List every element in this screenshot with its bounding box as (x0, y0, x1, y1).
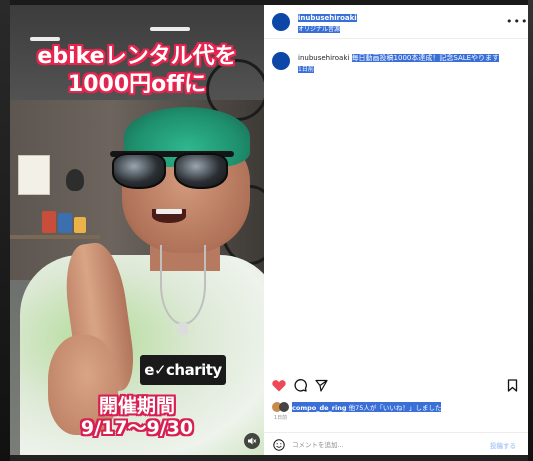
comment-bubble-icon[interactable] (294, 379, 307, 392)
more-options-button[interactable]: ••• (506, 15, 528, 28)
poster (18, 155, 50, 195)
mute-button[interactable] (244, 433, 260, 449)
bookmark-icon[interactable] (507, 379, 518, 392)
post-timestamp: 1日前 (274, 415, 288, 421)
comment-input[interactable] (292, 440, 472, 450)
reel-video[interactable]: e✓charity ebikeレンタル代を 1000円offに 開催期間 9/1… (10, 5, 264, 455)
avatar[interactable] (272, 52, 290, 70)
ceiling-light (150, 27, 190, 31)
audio-link[interactable]: オリジナル音源 (298, 26, 341, 33)
post-comment-button[interactable]: 投稿する (490, 440, 516, 450)
caption-username[interactable]: inubusehiroaki (298, 54, 349, 62)
more-horizontal-icon: ••• (506, 15, 529, 28)
caption-text: 毎日動画投稿1000本達成！記念SALEやります (351, 54, 500, 62)
caption-top-line2: 1000円offに (67, 72, 207, 97)
emoji-smile-icon[interactable] (273, 439, 285, 451)
post-panel: inubusehiroaki オリジナル音源 ••• inubusehiroak… (264, 5, 528, 455)
shirt-logo: e✓charity (140, 355, 226, 385)
likes-summary[interactable]: compo_de_ring 他75人が「いいね！」しました (272, 401, 442, 413)
send-icon[interactable] (315, 379, 328, 392)
shop-box (42, 211, 56, 233)
caption-time: 1日前 (298, 66, 314, 73)
sunglasses-lens (112, 153, 166, 189)
page-backdrop-left (0, 0, 10, 461)
sunglasses-lens (174, 153, 228, 189)
page-backdrop-right (528, 0, 533, 461)
page-backdrop-bottom (10, 455, 528, 461)
shop-box (58, 213, 72, 233)
caption-bottom-line1: 開催期間 (98, 395, 175, 417)
post-header: inubusehiroaki オリジナル音源 ••• (264, 5, 528, 39)
caption-top-line1: ebikeレンタル代を (37, 44, 237, 69)
header-username[interactable]: inubusehiroaki (298, 14, 357, 22)
teeth (156, 209, 182, 214)
caption-bottom-line2: 9/17〜9/30 (80, 417, 194, 439)
avatar[interactable] (272, 13, 290, 31)
shop-box (74, 217, 86, 233)
username-link[interactable]: inubusehiroaki (298, 14, 357, 22)
likes-rest: 他75人が「いいね！」しました (348, 404, 442, 412)
liker-username[interactable]: compo_de_ring (292, 404, 347, 412)
heart-filled-icon[interactable] (272, 379, 286, 392)
comment-bar: 投稿する (264, 432, 528, 455)
necklace (160, 245, 206, 325)
pendant (178, 323, 188, 335)
liker-avatar (279, 402, 289, 412)
post-caption: inubusehiroaki 毎日動画投稿1000本達成！記念SALEやります … (298, 53, 524, 75)
helmet-icon (66, 169, 84, 191)
likes-text: compo_de_ring 他75人が「いいね！」しました (292, 402, 442, 412)
ceiling-light (30, 37, 60, 41)
header-audio[interactable]: オリジナル音源 (298, 24, 341, 33)
action-bar (264, 375, 528, 397)
shelf (10, 235, 100, 239)
speaker-mute-icon (248, 437, 257, 445)
